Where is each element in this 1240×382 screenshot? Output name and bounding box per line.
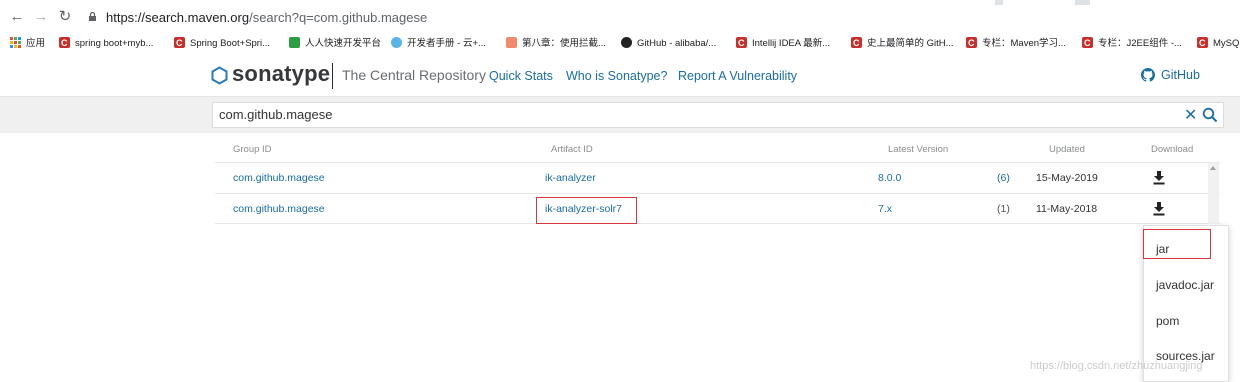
bookmark-label: 人人快速开发平台: [305, 38, 382, 49]
bookmark-item[interactable]: Intellij IDEA 最新...: [736, 35, 831, 52]
bookmark-item[interactable]: 人人快速开发平台: [289, 36, 381, 52]
url-host: https://search.maven.org: [106, 10, 250, 25]
bookmark-item[interactable]: 专栏：J2EE组件 -...: [1082, 35, 1182, 52]
updated-date: 15-May-2019: [1036, 172, 1098, 184]
clear-search-icon[interactable]: ✕: [1184, 105, 1197, 125]
jar-highlight-annotation: [1143, 229, 1211, 259]
reload-icon[interactable]: ↻: [57, 9, 73, 25]
column-header-download: Download: [1151, 144, 1194, 155]
bookmark-label: 史上最简单的 GitH...: [867, 38, 954, 49]
csdn-icon: [851, 35, 862, 51]
version-count-link[interactable]: (1): [997, 203, 1010, 215]
tab-strip: [0, 0, 1240, 5]
bookmark-label: 开发者手册 - 云+...: [407, 38, 486, 49]
github-label: GitHub: [1161, 68, 1200, 82]
results-scrollbar[interactable]: [1208, 163, 1219, 224]
bookmark-label: spring boot+myb...: [75, 38, 154, 49]
bookmark-apps[interactable]: 应用: [10, 36, 45, 52]
bookmark-label: GitHub - alibaba/...: [637, 38, 717, 49]
column-header-artifact-id[interactable]: Artifact ID: [551, 144, 593, 155]
bookmark-item[interactable]: GitHub - alibaba/...: [621, 36, 716, 52]
column-header-updated[interactable]: Updated: [1049, 144, 1085, 155]
table-row: com.github.magese ik-analyzer-solr7 7.x …: [215, 193, 1220, 224]
bookmark-item[interactable]: 专栏：Maven学习...: [966, 35, 1066, 52]
nav-report-vulnerability[interactable]: Report A Vulnerability: [678, 69, 797, 83]
bookmark-item[interactable]: MySQ: [1197, 35, 1240, 52]
back-arrow-icon[interactable]: ←: [9, 9, 25, 25]
sonatype-logo[interactable]: sonatype: [232, 61, 330, 87]
github-icon: [1141, 68, 1155, 82]
bookmark-label: 应用: [26, 38, 46, 49]
artifact-highlight-annotation: [536, 197, 637, 224]
bookmark-item[interactable]: 第八章：使用拦截...: [506, 36, 606, 52]
url-path: /search?q=com.github.magese: [249, 10, 428, 25]
column-header-latest-version[interactable]: Latest Version: [888, 144, 948, 155]
search-box: ✕: [212, 102, 1224, 128]
csdn-icon: [966, 35, 977, 51]
download-icon[interactable]: [1153, 171, 1165, 185]
nav-quick-stats[interactable]: Quick Stats: [489, 69, 553, 83]
version-count-link[interactable]: (6): [997, 172, 1010, 184]
csdn-icon: [174, 35, 185, 51]
group-id-link[interactable]: com.github.magese: [233, 172, 325, 184]
nav-who-is-sonatype[interactable]: Who is Sonatype?: [566, 69, 667, 83]
download-option-pom[interactable]: pom: [1156, 314, 1179, 328]
column-header-group-id[interactable]: Group ID: [233, 144, 272, 155]
forward-arrow-icon[interactable]: →: [33, 9, 49, 25]
site-tagline[interactable]: The Central Repository: [342, 67, 486, 83]
search-icon[interactable]: [1202, 107, 1218, 123]
watermark: https://blog.csdn.net/zhuzhuangjing: [1030, 360, 1203, 372]
bookmark-label: Spring Boot+Spri...: [190, 38, 271, 49]
bookmark-item[interactable]: 史上最简单的 GitH...: [851, 35, 954, 52]
bookmark-label: 第八章：使用拦截...: [522, 38, 606, 49]
csdn-icon: [736, 35, 747, 51]
latest-version-link[interactable]: 7.x: [878, 203, 892, 215]
search-band: ✕: [0, 97, 1240, 133]
cloud-icon: [391, 37, 402, 48]
download-option-javadoc-jar[interactable]: javadoc.jar: [1156, 278, 1214, 292]
bookmarks-bar: 应用 spring boot+myb... Spring Boot+Spri..…: [0, 34, 1240, 54]
bookmark-label: MySQ: [1213, 38, 1240, 49]
address-bar-url[interactable]: https://search.maven.org/search?q=com.gi…: [106, 10, 427, 25]
github-link[interactable]: GitHub: [1141, 68, 1200, 82]
csdn-icon: [59, 35, 70, 51]
bookmark-label: 专栏：Maven学习...: [982, 38, 1066, 49]
renren-icon: [289, 37, 300, 48]
lock-icon: [89, 12, 96, 21]
book-icon: [506, 37, 517, 48]
bookmark-item[interactable]: Spring Boot+Spri...: [174, 35, 271, 52]
latest-version-link[interactable]: 8.0.0: [878, 172, 901, 184]
artifact-id-link[interactable]: ik-analyzer: [545, 172, 596, 184]
bookmark-item[interactable]: spring boot+myb...: [59, 35, 154, 52]
download-icon[interactable]: [1153, 202, 1165, 216]
browser-toolbar: ← → ↻ https://search.maven.org/search?q=…: [0, 0, 1240, 34]
bookmark-label: 专栏：J2EE组件 -...: [1098, 38, 1182, 49]
bookmark-item[interactable]: 开发者手册 - 云+...: [391, 36, 486, 52]
csdn-icon: [1197, 35, 1208, 51]
bookmark-label: Intellij IDEA 最新...: [752, 38, 831, 49]
apps-grid-icon: [10, 37, 21, 48]
table-row: com.github.magese ik-analyzer 8.0.0 (6) …: [215, 162, 1220, 193]
sonatype-hexagon-logo-icon: [211, 66, 228, 85]
group-id-link[interactable]: com.github.magese: [233, 203, 325, 215]
csdn-icon: [1082, 35, 1093, 51]
updated-date: 11-May-2018: [1036, 203, 1098, 215]
site-header: sonatype The Central Repository Quick St…: [0, 54, 1240, 97]
scroll-up-arrow-icon[interactable]: [1210, 166, 1216, 170]
search-input[interactable]: [219, 107, 1119, 122]
logo-divider: [332, 63, 333, 89]
search-results-table: Group ID Artifact ID Latest Version Upda…: [215, 133, 1220, 225]
github-icon: [621, 37, 632, 48]
